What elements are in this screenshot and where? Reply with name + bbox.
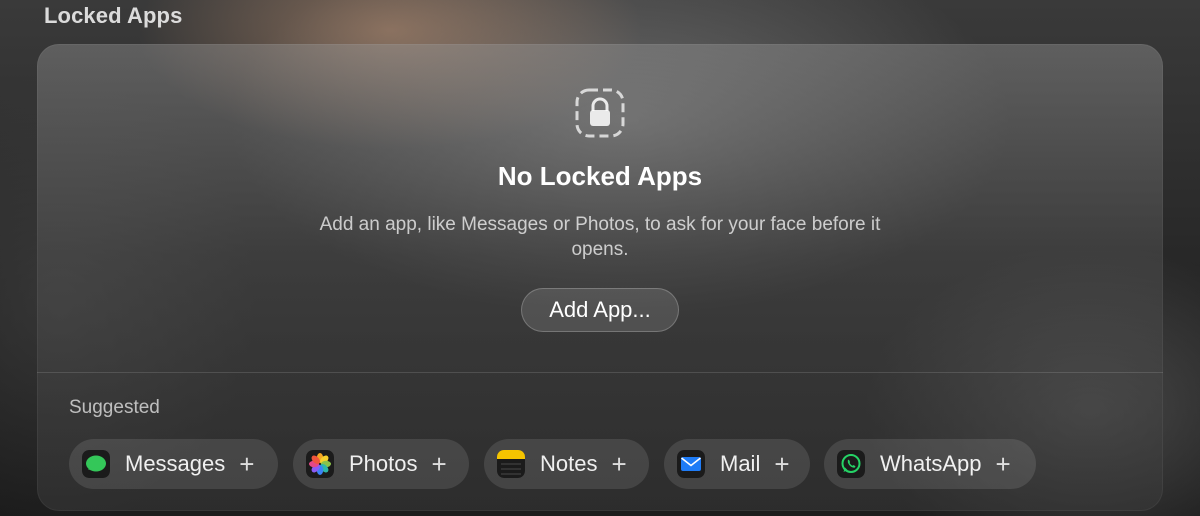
notes-icon bbox=[497, 450, 525, 478]
add-icon: + bbox=[431, 449, 447, 479]
photos-icon bbox=[306, 450, 334, 478]
suggested-app-photos[interactable]: Photos + bbox=[293, 439, 469, 489]
divider bbox=[37, 372, 1163, 373]
empty-state-title: No Locked Apps bbox=[497, 161, 703, 191]
suggested-app-messages[interactable]: Messages + bbox=[69, 439, 278, 489]
chip-label: Photos bbox=[349, 451, 418, 476]
add-icon: + bbox=[995, 449, 1011, 479]
suggested-app-notes[interactable]: Notes + bbox=[484, 439, 649, 489]
suggested-label: Suggested bbox=[69, 397, 160, 418]
chip-label: Notes bbox=[540, 451, 598, 476]
add-icon: + bbox=[239, 449, 255, 479]
chip-label: Mail bbox=[720, 451, 761, 476]
suggested-app-whatsapp[interactable]: WhatsApp + bbox=[824, 439, 1036, 489]
chip-label: Messages bbox=[125, 451, 226, 476]
add-icon: + bbox=[611, 449, 627, 479]
section-title: Locked Apps bbox=[44, 3, 183, 28]
suggested-app-mail[interactable]: Mail + bbox=[664, 439, 810, 489]
chip-label: WhatsApp bbox=[880, 451, 982, 476]
whatsapp-icon bbox=[837, 450, 865, 478]
empty-state: No Locked Apps Add an app, like Messages… bbox=[37, 44, 1163, 372]
locked-apps-card: No Locked Apps Add an app, like Messages… bbox=[37, 44, 1163, 511]
add-app-button[interactable]: Add App... bbox=[521, 288, 679, 332]
lock-dashed-icon bbox=[575, 88, 625, 138]
messages-icon bbox=[82, 450, 110, 478]
add-icon: + bbox=[774, 449, 790, 479]
empty-state-description: Add an app, like Messages or Photos, to … bbox=[319, 214, 881, 260]
mail-icon bbox=[677, 450, 705, 478]
